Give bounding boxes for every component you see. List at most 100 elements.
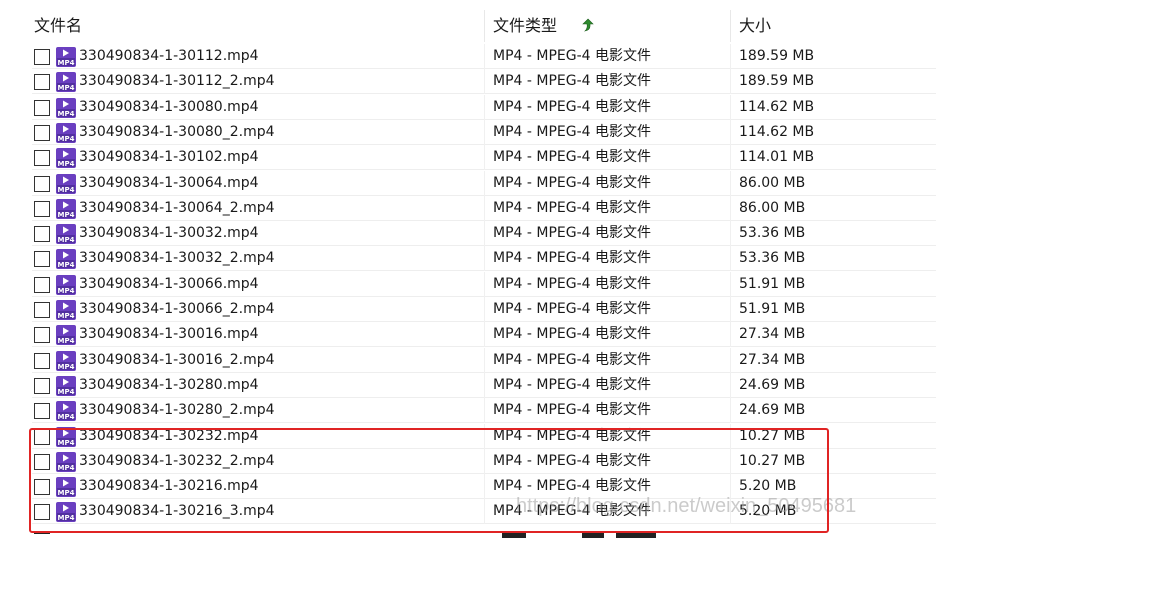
mp4-file-icon: MP4 [56, 451, 76, 472]
table-row[interactable]: MP4 330490834-1-30112_2.mp4 MP4 - MPEG-4… [32, 69, 936, 94]
file-name[interactable]: 330490834-1-30016.mp4 [79, 322, 259, 347]
file-name-cell: MP4 330490834-1-30080_2.mp4 [32, 120, 484, 145]
file-name[interactable]: 330490834-1-30080.mp4 [79, 95, 259, 120]
row-checkbox[interactable] [34, 124, 50, 141]
file-name[interactable]: 330490834-1-30064.mp4 [79, 171, 259, 196]
file-name[interactable]: 330490834-1-30232.mp4 [79, 424, 259, 449]
file-name[interactable]: 330490834-1-30016_2.mp4 [79, 348, 275, 373]
mp4-file-icon: MP4 [56, 122, 76, 143]
svg-text:MP4: MP4 [58, 287, 75, 295]
file-name[interactable]: 330490834-1-30112.mp4 [79, 44, 259, 69]
file-name[interactable]: 330490834-1-30032.mp4 [79, 221, 259, 246]
mp4-file-icon: MP4 [56, 350, 76, 371]
row-checkbox[interactable] [34, 428, 50, 445]
column-header-size[interactable]: 大小 [730, 10, 940, 42]
file-type: MP4 - MPEG-4 电影文件 [484, 145, 730, 170]
mp4-file-icon: MP4 [56, 426, 76, 447]
mp4-file-icon: MP4 [56, 501, 76, 522]
file-name[interactable]: 330490834-1-30232_2.mp4 [79, 449, 275, 474]
file-name-cell: MP4 330490834-1-30066.mp4 [32, 272, 484, 297]
file-name-cell: MP4 330490834-1-30232_2.mp4 [32, 449, 484, 474]
file-type: MP4 - MPEG-4 电影文件 [484, 120, 730, 145]
file-name[interactable]: 330490834-1-30280.mp4 [79, 373, 259, 398]
mp4-file-icon: MP4 [56, 198, 76, 219]
file-size: 5.20 MB [730, 499, 936, 524]
table-row[interactable]: MP4 330490834-1-30112.mp4 MP4 - MPEG-4 电… [32, 44, 936, 69]
column-header-type-label: 文件类型 [493, 16, 558, 35]
mp4-file-icon: MP4 [56, 46, 76, 67]
table-row[interactable]: MP4 330490834-1-30216.mp4 MP4 - MPEG-4 电… [32, 474, 936, 499]
row-checkbox[interactable] [34, 478, 50, 495]
column-header-name-label: 文件名 [34, 16, 83, 35]
table-row[interactable]: MP4 330490834-1-30080.mp4 MP4 - MPEG-4 电… [32, 95, 936, 120]
file-name[interactable]: 330490834-1-30102.mp4 [79, 145, 259, 170]
row-checkbox[interactable] [34, 377, 50, 394]
table-row[interactable]: MP4 330490834-1-30066.mp4 MP4 - MPEG-4 电… [32, 272, 936, 297]
row-checkbox[interactable] [34, 352, 50, 369]
row-checkbox[interactable] [34, 99, 50, 116]
file-name-cell: MP4 330490834-1-30016_2.mp4 [32, 348, 484, 373]
table-row[interactable]: MP4 330490834-1-30232_2.mp4 MP4 - MPEG-4… [32, 449, 936, 474]
table-row[interactable]: MP4 330490834-1-30232.mp4 MP4 - MPEG-4 电… [32, 424, 936, 449]
svg-text:MP4: MP4 [58, 211, 75, 219]
row-checkbox[interactable] [34, 149, 50, 166]
table-row[interactable]: MP4 330490834-1-30032.mp4 MP4 - MPEG-4 电… [32, 221, 936, 246]
table-row[interactable]: MP4 330490834-1-30066_2.mp4 MP4 - MPEG-4… [32, 297, 936, 322]
file-name-cell: MP4 330490834-1-30080.mp4 [32, 95, 484, 120]
file-name[interactable]: 330490834-1-30216_3.mp4 [79, 499, 275, 524]
file-name[interactable]: 330490834-1-30080_2.mp4 [79, 120, 275, 145]
mp4-file-icon: MP4 [56, 173, 76, 194]
file-name[interactable]: 330490834-1-30064_2.mp4 [79, 196, 275, 221]
svg-text:MP4: MP4 [58, 261, 75, 269]
file-name[interactable]: 330490834-1-30112_2.mp4 [79, 69, 275, 94]
mp4-file-icon: MP4 [56, 147, 76, 168]
column-header-size-label: 大小 [739, 16, 772, 35]
file-name[interactable]: 330490834-1-30066.mp4 [79, 272, 259, 297]
table-row[interactable]: MP4 330490834-1-30064.mp4 MP4 - MPEG-4 电… [32, 171, 936, 196]
mp4-file-icon: MP4 [56, 97, 76, 118]
file-name[interactable]: 330490834-1-30032_2.mp4 [79, 246, 275, 271]
table-row[interactable]: MP4 330490834-1-30102.mp4 MP4 - MPEG-4 电… [32, 145, 936, 170]
mp4-file-icon: MP4 [56, 400, 76, 421]
file-size: 114.01 MB [730, 145, 936, 170]
file-list-window: 文件名 文件类型 大小 MP4 330490834-1-30112.mp4 MP… [0, 0, 1164, 594]
file-type: MP4 - MPEG-4 电影文件 [484, 297, 730, 322]
row-checkbox[interactable] [34, 250, 50, 267]
file-type: MP4 - MPEG-4 电影文件 [484, 221, 730, 246]
row-checkbox[interactable] [34, 326, 50, 343]
file-size: 27.34 MB [730, 348, 936, 373]
row-checkbox[interactable] [34, 503, 50, 520]
row-checkbox[interactable] [34, 301, 50, 318]
table-row[interactable]: MP4 330490834-1-30280_2.mp4 MP4 - MPEG-4… [32, 398, 936, 423]
row-checkbox[interactable] [34, 175, 50, 192]
row-checkbox[interactable] [34, 225, 50, 242]
svg-text:MP4: MP4 [58, 439, 75, 447]
row-checkbox[interactable] [34, 73, 50, 90]
row-checkbox[interactable] [34, 453, 50, 470]
file-size: 51.91 MB [730, 272, 936, 297]
table-row[interactable]: MP4 330490834-1-30016_2.mp4 MP4 - MPEG-4… [32, 348, 936, 373]
svg-text:MP4: MP4 [58, 514, 75, 522]
svg-text:MP4: MP4 [58, 464, 75, 472]
table-row[interactable]: MP4 330490834-1-30064_2.mp4 MP4 - MPEG-4… [32, 196, 936, 221]
row-checkbox[interactable] [34, 200, 50, 217]
file-name[interactable]: 330490834-1-30280_2.mp4 [79, 398, 275, 423]
row-checkbox[interactable] [34, 48, 50, 65]
file-name[interactable]: 330490834-1-30216.mp4 [79, 474, 259, 499]
table-row[interactable]: MP4 330490834-1-30032_2.mp4 MP4 - MPEG-4… [32, 246, 936, 271]
table-row[interactable]: MP4 330490834-1-30080_2.mp4 MP4 - MPEG-4… [32, 120, 936, 145]
column-header-name[interactable]: 文件名 [34, 10, 484, 42]
table-row[interactable]: MP4 330490834-1-30016.mp4 MP4 - MPEG-4 电… [32, 322, 936, 347]
file-name[interactable]: 330490834-1-30066_2.mp4 [79, 297, 275, 322]
mp4-file-icon: MP4 [56, 248, 76, 269]
table-row[interactable]: MP4 330490834-1-30216_3.mp4 MP4 - MPEG-4… [32, 499, 936, 524]
table-row[interactable]: MP4 330490834-1-30280.mp4 MP4 - MPEG-4 电… [32, 373, 936, 398]
file-type: MP4 - MPEG-4 电影文件 [484, 474, 730, 499]
file-name-cell: MP4 330490834-1-30102.mp4 [32, 145, 484, 170]
file-name-cell: MP4 330490834-1-30032_2.mp4 [32, 246, 484, 271]
row-checkbox[interactable] [34, 402, 50, 419]
svg-text:MP4: MP4 [58, 363, 75, 371]
file-size: 114.62 MB [730, 120, 936, 145]
row-checkbox[interactable] [34, 276, 50, 293]
column-header-type[interactable]: 文件类型 [484, 10, 730, 42]
